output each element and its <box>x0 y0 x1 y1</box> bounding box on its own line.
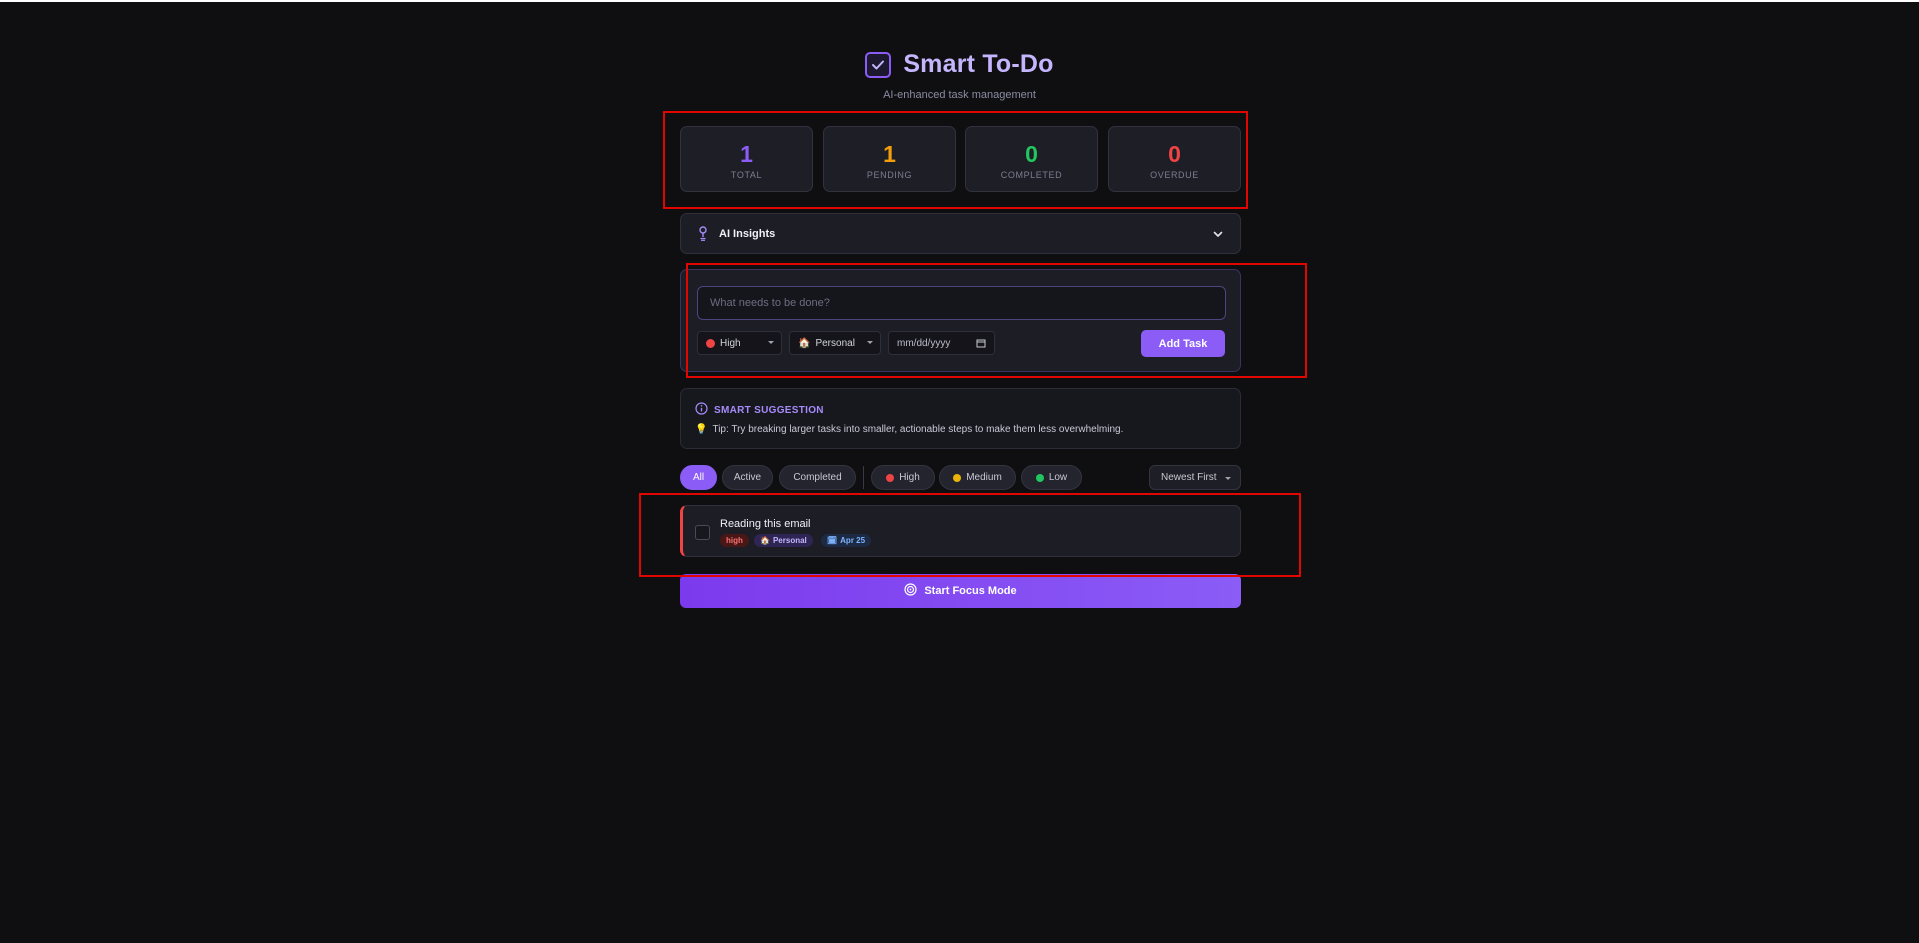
suggestion-text: Tip: Try breaking larger tasks into smal… <box>712 424 1124 435</box>
suggestion-heading: SMART SUGGESTION <box>714 404 824 416</box>
category-select[interactable]: 🏠 Personal <box>789 331 881 355</box>
stat-overdue-label: OVERDUE <box>1150 170 1199 180</box>
filter-low-label: Low <box>1048 472 1068 483</box>
suggestion-heading-row: SMART SUGGESTION <box>695 402 824 418</box>
filter-low[interactable]: Low <box>1021 465 1082 490</box>
stat-completed-value: 0 <box>1025 141 1038 167</box>
house-icon: 🏠 <box>798 337 811 349</box>
checkbox-logo-icon <box>865 51 892 78</box>
stat-pending-value: 1 <box>883 141 896 167</box>
stat-total-label: TOTAL <box>730 170 763 180</box>
smart-suggestion-panel: SMART SUGGESTION 💡 Tip: Try breaking lar… <box>680 388 1241 449</box>
filter-completed[interactable]: Completed <box>779 465 856 490</box>
info-icon <box>695 402 708 418</box>
sort-select-value: Newest First <box>1161 472 1217 483</box>
filter-active[interactable]: Active <box>722 465 773 490</box>
suggestion-body: 💡 Tip: Try breaking larger tasks into sm… <box>695 424 1123 435</box>
filter-high[interactable]: High <box>871 465 935 490</box>
app-header: Smart To-Do AI-enhanced task management <box>0 50 1919 101</box>
top-border <box>0 0 1919 2</box>
stat-pending-label: PENDING <box>866 170 913 180</box>
filter-medium-label: Medium <box>966 472 1002 483</box>
priority-select-value: High <box>720 337 741 349</box>
stat-overdue: 0 OVERDUE <box>1108 126 1241 192</box>
stat-overdue-value: 0 <box>1168 141 1181 167</box>
caret-down-icon <box>867 341 873 344</box>
task-title: Reading this email <box>720 518 811 530</box>
task-checkbox[interactable] <box>695 525 710 540</box>
house-icon: 🏠 <box>760 536 770 545</box>
category-select-value: Personal <box>815 337 855 349</box>
start-focus-mode-label: Start Focus Mode <box>924 585 1017 597</box>
task-input[interactable] <box>697 286 1226 320</box>
caret-down-icon <box>768 341 774 344</box>
caret-down-icon <box>1225 477 1231 480</box>
category-tag: 🏠 Personal <box>754 534 813 547</box>
filter-divider <box>863 466 864 489</box>
red-circle-icon <box>706 338 715 348</box>
chevron-down-icon[interactable] <box>1212 227 1224 245</box>
yellow-circle-icon <box>953 473 962 482</box>
lightbulb-icon: 💡 <box>695 424 708 435</box>
stat-pending: 1 PENDING <box>823 126 956 192</box>
filter-all[interactable]: All <box>680 465 717 490</box>
sort-select[interactable]: Newest First <box>1149 465 1241 490</box>
green-circle-icon <box>1035 473 1044 482</box>
stat-total-value: 1 <box>740 141 753 167</box>
due-date-input[interactable]: mm/dd/yyyy <box>888 331 995 355</box>
ai-insights-label: AI Insights <box>719 228 776 240</box>
priority-tag: high <box>720 534 749 547</box>
task-item: Reading this email high 🏠 Personal 🗓 Apr… <box>680 505 1241 557</box>
add-task-form: High 🏠 Personal mm/dd/yyyy Add Task <box>680 269 1241 372</box>
calendar-icon: 🗓 <box>827 536 838 545</box>
page-subtitle: AI-enhanced task management <box>883 89 1036 101</box>
due-date-tag-label: Apr 25 <box>840 536 866 545</box>
filter-high-label: High <box>899 472 920 483</box>
stat-completed: 0 COMPLETED <box>965 126 1098 192</box>
start-focus-mode-button[interactable]: Start Focus Mode <box>680 574 1241 608</box>
due-date-placeholder: mm/dd/yyyy <box>897 337 951 349</box>
red-circle-icon <box>886 473 895 482</box>
title-row: Smart To-Do <box>865 50 1053 79</box>
page-title: Smart To-Do <box>903 50 1054 78</box>
filter-medium[interactable]: Medium <box>939 465 1016 490</box>
ai-insights-toggle[interactable]: AI Insights <box>680 213 1241 254</box>
target-icon <box>904 583 917 599</box>
add-task-button[interactable]: Add Task <box>1141 330 1225 357</box>
calendar-icon[interactable] <box>976 338 986 351</box>
category-tag-label: Personal <box>772 536 807 545</box>
priority-select[interactable]: High <box>697 331 782 355</box>
stat-total: 1 TOTAL <box>680 126 813 192</box>
stat-completed-label: COMPLETED <box>1000 170 1063 180</box>
due-date-tag: 🗓 Apr 25 <box>821 534 872 547</box>
lightbulb-icon <box>698 226 708 246</box>
